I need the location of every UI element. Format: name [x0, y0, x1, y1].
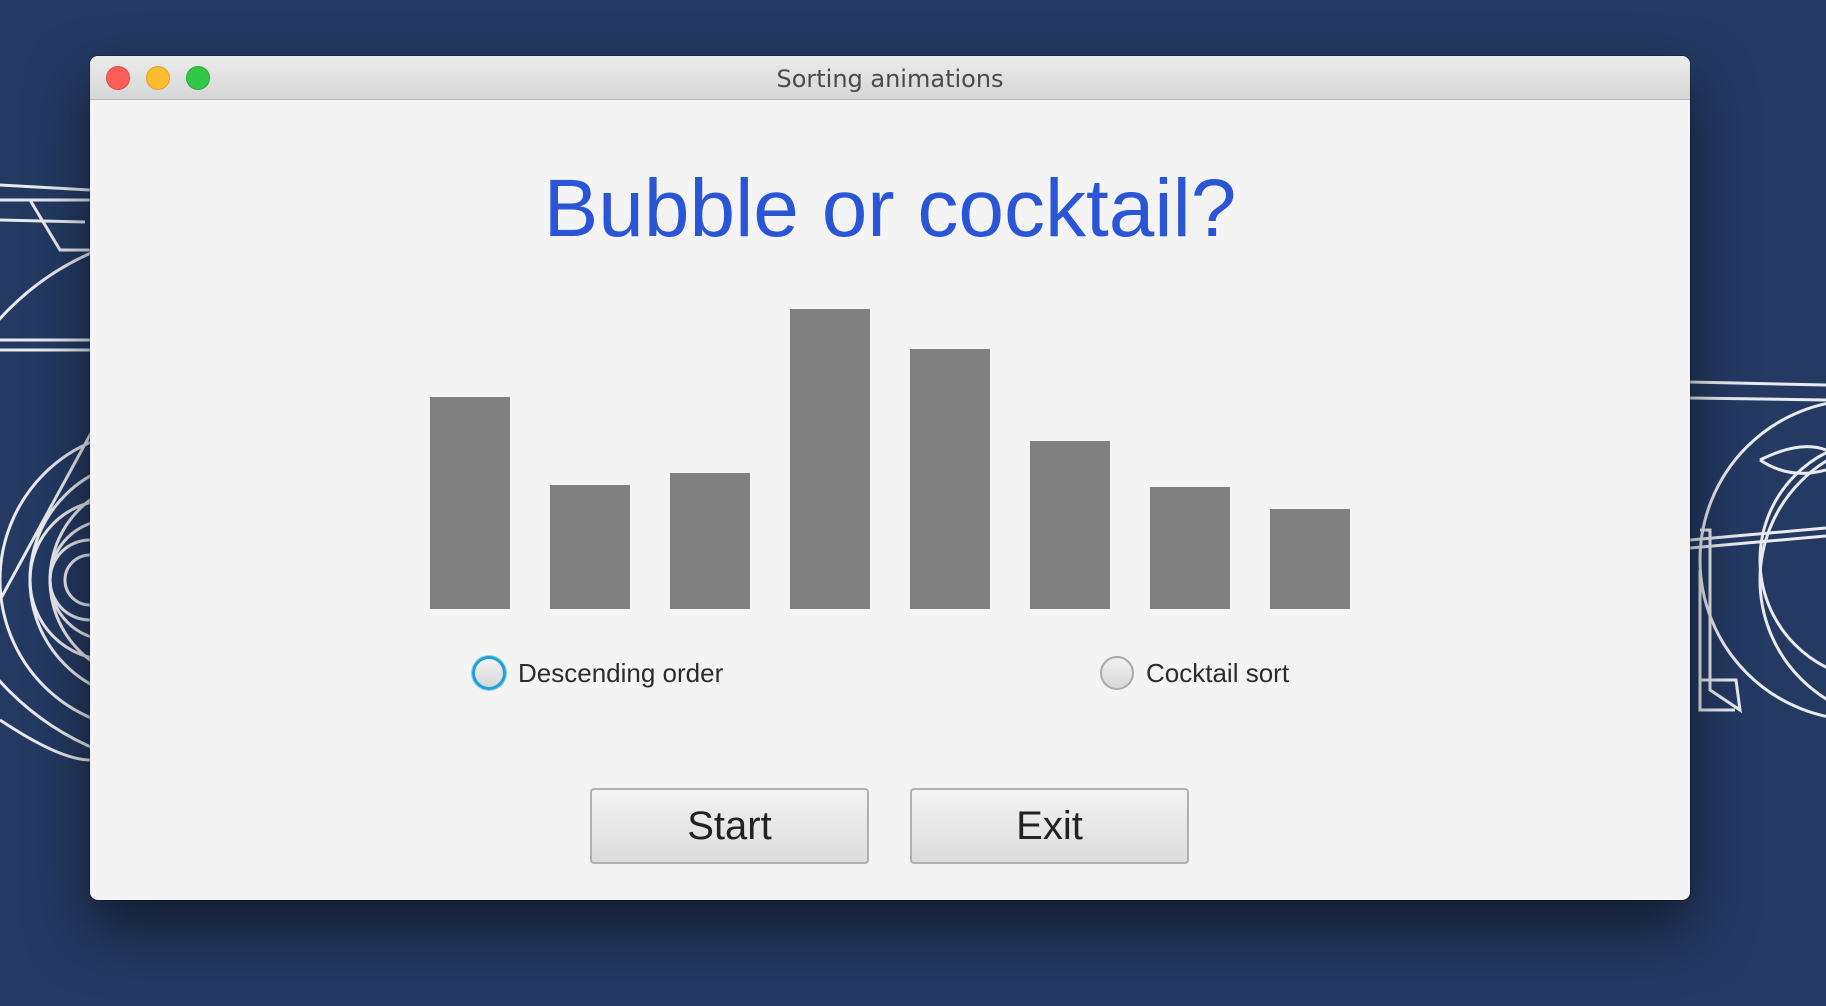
cocktail-sort-radio-circle[interactable]: [1100, 656, 1134, 690]
chart-bar-4: [790, 309, 870, 609]
descending-order-label: Descending order: [518, 657, 724, 688]
chart-bar-7: [1150, 487, 1230, 609]
chart-bar-8: [1270, 509, 1350, 609]
chart-bar-3: [670, 473, 750, 609]
start-button[interactable]: Start: [590, 788, 869, 864]
app-window: Sorting animations Bubble or cocktail? D…: [90, 56, 1690, 900]
window-title: Sorting animations: [776, 65, 1004, 93]
descending-order-radio[interactable]: Descending order: [472, 656, 723, 690]
cocktail-sort-radio[interactable]: Cocktail sort: [1100, 656, 1289, 690]
cocktail-sort-label: Cocktail sort: [1146, 657, 1290, 688]
chart-bar-2: [550, 485, 630, 609]
bar-chart: [430, 309, 1350, 609]
exit-button[interactable]: Exit: [910, 788, 1189, 864]
chart-bar-1: [430, 397, 510, 609]
descending-order-radio-circle[interactable]: [472, 656, 506, 690]
main-content: Bubble or cocktail? Descending order Coc…: [90, 100, 1690, 900]
chart-bar-6: [1030, 441, 1110, 609]
title-bar[interactable]: Sorting animations: [90, 56, 1690, 100]
chart-bar-5: [910, 349, 990, 609]
